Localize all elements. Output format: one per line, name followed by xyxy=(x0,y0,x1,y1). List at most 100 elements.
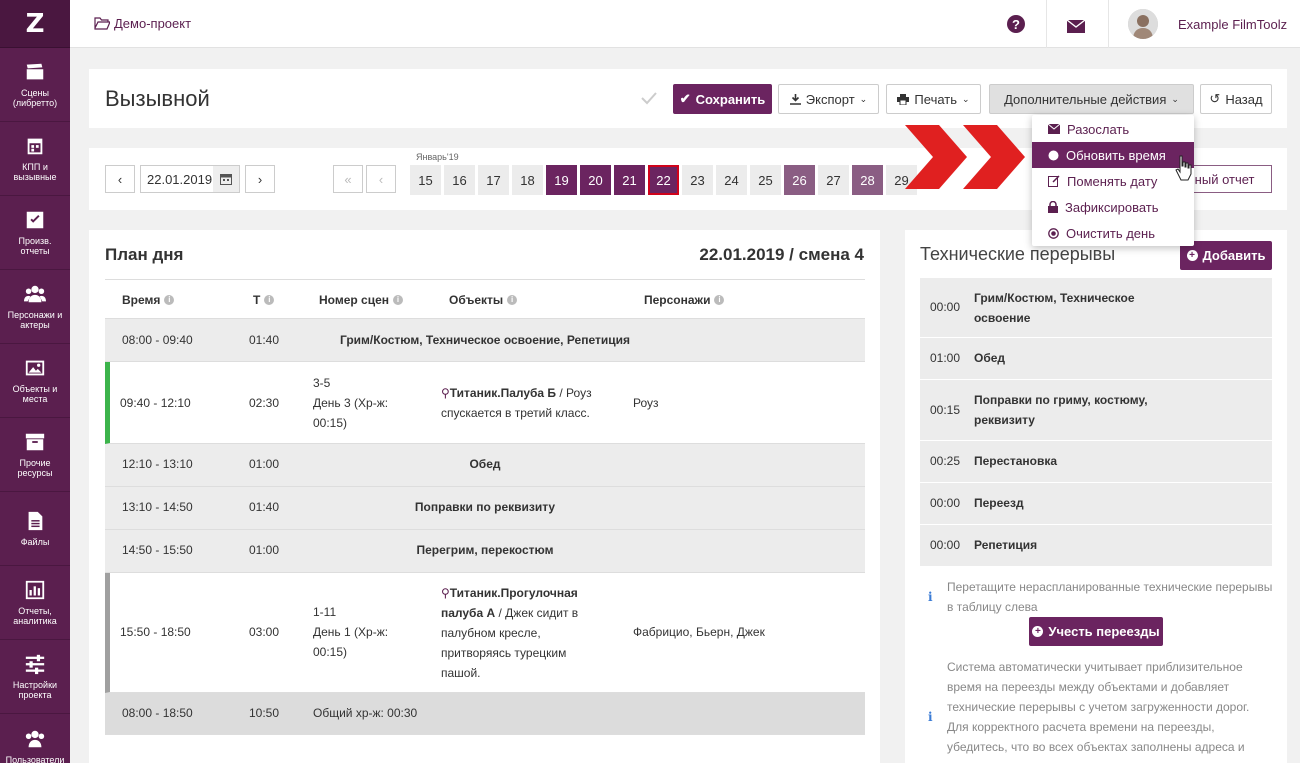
col-duration[interactable]: Тi xyxy=(253,293,275,307)
breadcrumb-label: Демо-проект xyxy=(114,16,192,31)
account-transfers-button[interactable]: + Учесть переезды xyxy=(1029,617,1163,646)
more-actions-button[interactable]: Дополнительные действия ⌄ xyxy=(989,84,1194,114)
logo[interactable]: Z xyxy=(0,0,70,48)
user-menu[interactable]: Example FilmToolz xyxy=(1128,9,1287,39)
day-20[interactable]: 20 xyxy=(580,165,611,195)
col-time[interactable]: Время i xyxy=(122,293,175,307)
date-value: 22.01.2019 xyxy=(147,171,213,187)
tech-break-row[interactable]: 00:00 Грим/Костюм, Техническое освоение xyxy=(920,278,1272,338)
menu-item-send[interactable]: Разослать xyxy=(1032,116,1194,142)
table-row[interactable]: 08:00 - 09:40 01:40 Грим/Костюм, Техниче… xyxy=(105,319,865,362)
prev-date-button[interactable]: ‹ xyxy=(105,165,135,193)
more-actions-menu: Разослать Обновить время Поменять дату З… xyxy=(1032,115,1194,246)
plan-title: План дня xyxy=(105,245,184,264)
prev-week-button[interactable]: ‹ xyxy=(366,165,396,193)
menu-item-change-date[interactable]: Поменять дату xyxy=(1032,168,1194,194)
day-22[interactable]: 22 xyxy=(648,165,679,195)
scene-number[interactable]: 3-5 День 3 (Хр-ж: 00:15) xyxy=(313,373,388,433)
table-row[interactable]: 13:10 - 14:50 01:40 Поправки по реквизит… xyxy=(105,487,865,530)
users-icon xyxy=(25,730,45,747)
info-icon[interactable]: i xyxy=(164,295,175,305)
sidebar-item-kpp[interactable]: КПП и вызывные xyxy=(0,122,70,196)
month-label: Январь'19 xyxy=(416,152,459,162)
top-bar: Демо-проект ? Example FilmToolz xyxy=(70,0,1300,48)
sidebar-item-label: Произв. отчеты xyxy=(18,236,52,256)
day-16[interactable]: 16 xyxy=(444,165,475,195)
day-23[interactable]: 23 xyxy=(682,165,713,195)
drag-hint: Перетащите нераспланированные технически… xyxy=(947,580,1273,614)
checkbox-icon xyxy=(26,211,44,229)
info-icon: i xyxy=(928,590,933,604)
next-date-button[interactable]: › xyxy=(245,165,275,193)
col-characters[interactable]: Персонажи i xyxy=(644,293,725,307)
printer-icon xyxy=(897,93,910,105)
sidebar-item-settings[interactable]: Настройки проекта xyxy=(0,640,70,714)
breadcrumb[interactable]: Демо-проект xyxy=(94,16,191,31)
day-26[interactable]: 26 xyxy=(784,165,815,195)
plan-date-shift: 22.01.2019 / смена 4 xyxy=(699,245,864,264)
help-icon[interactable]: ? xyxy=(1006,14,1026,34)
date-input[interactable]: 22.01.2019 xyxy=(140,165,240,193)
day-18[interactable]: 18 xyxy=(512,165,543,195)
sidebar-item-users[interactable]: Пользователи и xyxy=(0,714,70,763)
chevron-down-icon: ⌄ xyxy=(859,93,868,104)
info-icon[interactable]: i xyxy=(507,295,518,305)
tech-break-row[interactable]: 00:25 Перестановка xyxy=(920,441,1272,483)
menu-item-refresh-time[interactable]: Обновить время xyxy=(1032,142,1194,168)
sidebar-item-scenes[interactable]: Сцены (либретто) xyxy=(0,48,70,122)
day-25[interactable]: 25 xyxy=(750,165,781,195)
tech-break-row[interactable]: 00:15 Поправки по гриму, костюму, реквизи… xyxy=(920,380,1272,441)
save-button[interactable]: ✔ Сохранить xyxy=(673,84,772,114)
day-24[interactable]: 24 xyxy=(716,165,747,195)
day-21[interactable]: 21 xyxy=(614,165,645,195)
day-28[interactable]: 28 xyxy=(852,165,883,195)
info-icon[interactable]: i xyxy=(714,295,725,305)
table-row[interactable]: 14:50 - 15:50 01:00 Перегрим, перекостюм xyxy=(105,530,865,573)
col-objects[interactable]: Объекты i xyxy=(449,293,518,307)
table-row[interactable]: 15:50 - 18:50 03:00 1-11 День 1 (Хр-ж: 00:… xyxy=(105,573,865,693)
svg-text:?: ? xyxy=(1012,17,1020,32)
back-button[interactable]: ↺ Назад xyxy=(1200,84,1272,114)
sidebar-item-reports[interactable]: Произв. отчеты xyxy=(0,196,70,270)
table-row[interactable]: 09:40 - 12:10 02:30 3-5 День 3 (Хр-ж: 00:1… xyxy=(105,362,865,444)
info-icon[interactable]: i xyxy=(264,295,275,305)
check-icon xyxy=(641,92,657,105)
menu-item-clear-day[interactable]: Очистить день xyxy=(1032,220,1194,246)
scene-number[interactable]: 1-11 День 1 (Хр-ж: 00:15) xyxy=(313,602,388,662)
envelope-icon[interactable] xyxy=(1066,16,1086,36)
sidebar-item-characters[interactable]: Персонажи и актеры xyxy=(0,270,70,344)
menu-item-lock[interactable]: Зафиксировать xyxy=(1032,194,1194,220)
day-27[interactable]: 27 xyxy=(818,165,849,195)
day-15[interactable]: 15 xyxy=(410,165,441,195)
image-icon xyxy=(25,360,45,376)
sidebar-item-files[interactable]: Файлы xyxy=(0,492,70,566)
day-17[interactable]: 17 xyxy=(478,165,509,195)
sidebar-item-resources[interactable]: Прочие ресурсы xyxy=(0,418,70,492)
undo-icon: ↺ xyxy=(1209,91,1221,106)
sidebar-item-label: Отчеты, аналитика xyxy=(13,606,57,626)
tech-break-row[interactable]: 00:00 Переезд xyxy=(920,483,1272,525)
chevron-down-icon: ⌄ xyxy=(1171,93,1179,104)
table-row[interactable]: 12:10 - 13:10 01:00 Обед xyxy=(105,444,865,487)
col-scenes[interactable]: Номер сцен i xyxy=(319,293,404,307)
export-button[interactable]: Экспорт ⌄ xyxy=(778,84,879,114)
sliders-icon xyxy=(25,654,45,675)
sidebar-item-label: Сцены (либретто) xyxy=(12,88,58,108)
tech-break-row[interactable]: 01:00 Обед xyxy=(920,338,1272,380)
day-19[interactable]: 19 xyxy=(546,165,577,195)
plus-circle-icon: + xyxy=(1032,626,1044,637)
envelope-icon xyxy=(1048,124,1060,134)
calendar-icon[interactable] xyxy=(213,166,239,192)
folder-open-icon xyxy=(94,17,110,30)
sidebar-item-label: КПП и вызывные xyxy=(13,162,57,182)
chart-icon xyxy=(25,580,45,600)
object-cell[interactable]: ⚲Титаник.Прогулочная палуба А / Джек сид… xyxy=(441,583,591,683)
print-button[interactable]: Печать ⌄ xyxy=(886,84,981,114)
sidebar-item-objects[interactable]: Объекты и места xyxy=(0,344,70,418)
info-icon[interactable]: i xyxy=(393,295,404,305)
first-page-button[interactable]: « xyxy=(333,165,363,193)
tech-break-row[interactable]: 00:00 Репетиция xyxy=(920,525,1272,567)
object-cell[interactable]: ⚲Титаник.Палуба Б / Роуз спускается в тр… xyxy=(441,383,616,423)
auto-transfer-note: Система автоматически учитывает приблизи… xyxy=(947,660,1250,754)
sidebar-item-analytics[interactable]: Отчеты, аналитика xyxy=(0,566,70,640)
